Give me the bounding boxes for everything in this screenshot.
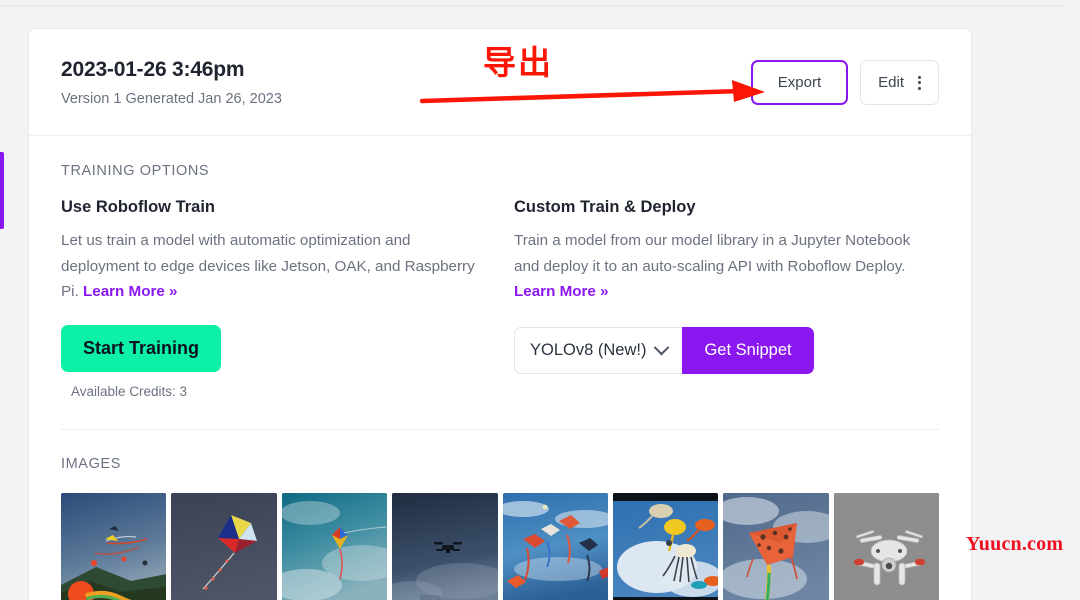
training-options-section: TRAINING OPTIONS Use Roboflow Train Let … — [29, 136, 971, 430]
custom-train-description-text: Train a model from our model library in … — [514, 232, 911, 275]
white-drone-grey — [833, 492, 939, 600]
start-training-button[interactable]: Start Training — [61, 324, 222, 372]
octopus-kites-clouds — [612, 492, 719, 600]
model-select-value: YOLOv8 (New!) — [530, 340, 647, 359]
list-item[interactable] — [502, 492, 608, 600]
orange-delta-kite — [723, 492, 829, 600]
custom-train-description: Train a model from our model library in … — [514, 228, 939, 305]
edit-button-label: Edit — [878, 74, 904, 91]
list-item[interactable] — [392, 492, 498, 600]
version-card: 2023-01-26 3:46pm Version 1 Generated Ja… — [28, 28, 972, 600]
roboflow-train-column: Use Roboflow Train Let us train a model … — [61, 196, 486, 399]
custom-train-learn-more-link[interactable]: Learn More » — [514, 283, 609, 300]
app-root: 2023-01-26 3:46pm Version 1 Generated Ja… — [0, 0, 1080, 600]
rainbow-kite-teal-sky — [281, 492, 388, 600]
list-item[interactable] — [61, 492, 167, 600]
roboflow-train-description: Let us train a model with automatic opti… — [61, 228, 486, 305]
custom-train-column: Custom Train & Deploy Train a model from… — [514, 196, 939, 399]
images-label: IMAGES — [61, 455, 121, 472]
list-item[interactable] — [281, 492, 388, 600]
watermark: Yuucn.com — [966, 533, 1064, 555]
export-button[interactable]: Export — [750, 60, 849, 105]
list-item[interactable] — [171, 492, 277, 600]
top-divider — [0, 5, 1065, 6]
annotation-text: 导出 — [483, 43, 553, 82]
sidebar-active-indicator — [0, 152, 4, 229]
kites-festival-beach — [61, 492, 167, 600]
model-select[interactable]: YOLOv8 (New!) — [514, 326, 683, 374]
training-options-label: TRAINING OPTIONS — [61, 163, 210, 179]
drone-dark-sky — [392, 492, 498, 600]
edit-button[interactable]: Edit — [860, 60, 939, 105]
list-item[interactable] — [723, 492, 829, 600]
get-snippet-button[interactable]: Get Snippet — [682, 326, 814, 374]
more-vertical-icon[interactable] — [918, 75, 921, 90]
multiple-kites-blue-sky — [502, 492, 608, 600]
training-columns: Use Roboflow Train Let us train a model … — [61, 196, 939, 399]
roboflow-train-title: Use Roboflow Train — [61, 198, 216, 216]
roboflow-train-learn-more-link[interactable]: Learn More » — [83, 283, 178, 300]
chevron-down-icon — [654, 339, 670, 355]
snippet-controls: YOLOv8 (New!) Get Snippet — [514, 326, 939, 374]
image-thumbnail-grid — [61, 492, 939, 600]
list-item[interactable] — [833, 492, 939, 600]
header-actions: Export Edit — [750, 60, 939, 105]
available-credits-label: Available Credits: 3 — [71, 383, 188, 399]
custom-train-title: Custom Train & Deploy — [514, 198, 696, 216]
list-item[interactable] — [612, 492, 719, 600]
diamond-kite-dark-sky — [171, 492, 277, 600]
images-section: IMAGES — [29, 430, 971, 600]
